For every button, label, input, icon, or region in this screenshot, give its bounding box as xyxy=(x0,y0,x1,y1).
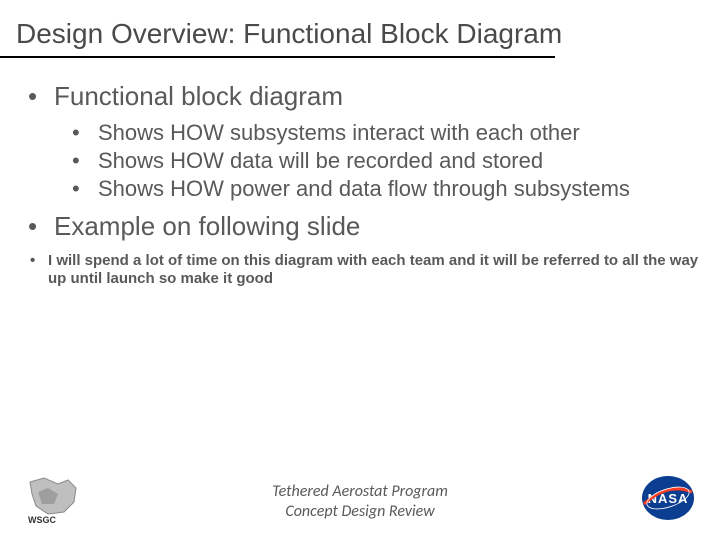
bullet-1-1: Shows HOW subsystems interact with each … xyxy=(66,120,704,146)
svg-text:NASA: NASA xyxy=(648,491,689,506)
bullet-2: Example on following slide xyxy=(26,212,704,242)
bullet-list-level2: Shows HOW subsystems interact with each … xyxy=(66,120,704,202)
wsgc-logo-icon: WSGC xyxy=(24,474,88,524)
bullet-1-3: Shows HOW power and data flow through su… xyxy=(66,176,704,202)
footer-text: Tethered Aerostat Program Concept Design… xyxy=(272,482,448,522)
bullet-list-level1: Functional block diagram Shows HOW subsy… xyxy=(26,82,704,242)
svg-text:WSGC: WSGC xyxy=(28,515,56,524)
slide-body: Functional block diagram Shows HOW subsy… xyxy=(16,82,704,289)
emphasis-note: I will spend a lot of time on this diagr… xyxy=(26,252,704,290)
title-underline xyxy=(0,56,555,58)
bullet-1-2: Shows HOW data will be recorded and stor… xyxy=(66,148,704,174)
nasa-logo-icon: NASA xyxy=(640,474,696,522)
slide-title: Design Overview: Functional Block Diagra… xyxy=(16,18,704,50)
bullet-1: Functional block diagram Shows HOW subsy… xyxy=(26,82,704,202)
bullet-1-text: Functional block diagram xyxy=(54,81,343,111)
footer-line-1: Tethered Aerostat Program xyxy=(272,482,448,502)
wsgc-logo: WSGC xyxy=(24,474,88,524)
slide: Design Overview: Functional Block Diagra… xyxy=(0,0,720,540)
footer-line-2: Concept Design Review xyxy=(272,502,448,522)
nasa-logo: NASA xyxy=(640,474,696,522)
slide-footer: WSGC Tethered Aerostat Program Concept D… xyxy=(0,464,720,528)
